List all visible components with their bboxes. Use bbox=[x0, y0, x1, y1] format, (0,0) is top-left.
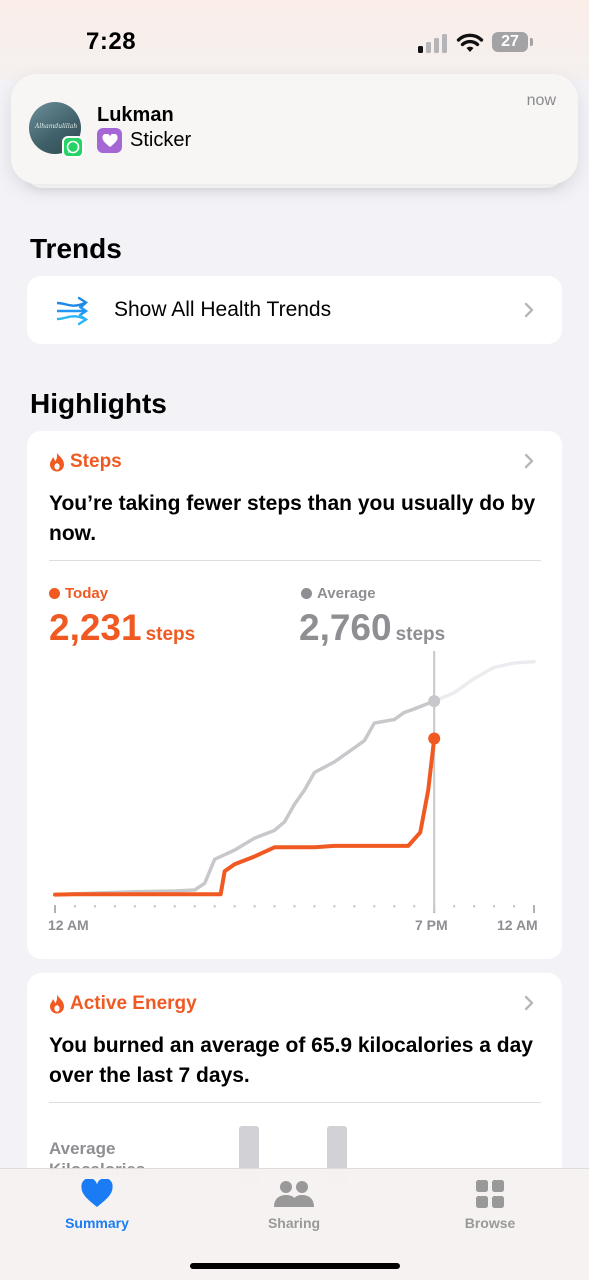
x-axis-tick bbox=[453, 905, 456, 908]
x-tick-label: 12 AM bbox=[497, 917, 538, 933]
x-axis-tick bbox=[93, 905, 96, 908]
notification-banner[interactable]: Alhamdulillah Lukman Sticker now bbox=[11, 74, 578, 184]
chevron-right-icon bbox=[524, 302, 534, 318]
tab-summary[interactable]: Summary bbox=[37, 1179, 157, 1231]
battery-indicator: 27 bbox=[492, 32, 533, 52]
divider bbox=[49, 1102, 541, 1103]
flame-icon bbox=[50, 994, 64, 1014]
x-axis-tick bbox=[353, 905, 356, 908]
x-axis-tick bbox=[413, 905, 416, 908]
average-dot bbox=[301, 588, 312, 599]
trends-arrows-icon bbox=[56, 296, 89, 326]
x-axis-tick bbox=[273, 905, 276, 908]
today-steps-unit: steps bbox=[145, 624, 196, 645]
x-axis-tick bbox=[233, 905, 236, 908]
trends-row-label: Show All Health Trends bbox=[114, 298, 332, 321]
wifi-icon bbox=[456, 33, 484, 52]
x-axis-tick bbox=[113, 905, 116, 908]
divider bbox=[49, 560, 541, 561]
x-axis-tick bbox=[373, 905, 376, 908]
tab-bar: Summary Sharing Browse bbox=[0, 1168, 589, 1280]
average-steps-number: 2,760 bbox=[299, 607, 392, 648]
today-steps-line bbox=[53, 736, 437, 897]
energy-heading: Active Energy bbox=[49, 993, 197, 1015]
heart-icon bbox=[81, 1179, 113, 1207]
chevron-right-icon bbox=[524, 453, 534, 469]
steps-chart bbox=[53, 651, 536, 913]
today-dot bbox=[49, 588, 60, 599]
x-axis-tick bbox=[193, 905, 196, 908]
chevron-right-icon bbox=[524, 995, 534, 1011]
today-current-point bbox=[428, 732, 441, 745]
today-steps-number: 2,231 bbox=[49, 607, 142, 648]
steps-highlight-card[interactable]: Steps You’re taking fewer steps than you… bbox=[27, 431, 562, 959]
today-label-text: Today bbox=[65, 585, 109, 602]
flame-icon bbox=[50, 452, 64, 472]
x-axis-tick bbox=[54, 905, 56, 913]
average-steps-line bbox=[53, 699, 436, 897]
x-axis-tick bbox=[173, 905, 176, 908]
avatar-text: Alhamdulillah bbox=[35, 123, 78, 130]
average-remaining-line bbox=[432, 659, 536, 703]
status-bar: 7:28 27 bbox=[0, 0, 589, 80]
today-label: Today bbox=[49, 585, 108, 602]
x-axis-tick bbox=[473, 905, 476, 908]
x-axis-tick bbox=[153, 905, 156, 908]
x-tick-label: 12 AM bbox=[48, 917, 89, 933]
x-axis-tick bbox=[333, 905, 336, 908]
average-current-point bbox=[428, 695, 441, 708]
x-axis-tick bbox=[393, 905, 396, 908]
cellular-signal-icon bbox=[418, 34, 447, 53]
notification-message: Sticker bbox=[97, 128, 191, 153]
highlights-title: Highlights bbox=[30, 388, 167, 419]
average-label: Average bbox=[301, 585, 376, 602]
x-axis-tick bbox=[253, 905, 256, 908]
steps-heading: Steps bbox=[49, 451, 122, 473]
steps-highlight-text: You’re taking fewer steps than you usual… bbox=[49, 492, 536, 545]
x-axis-tick bbox=[513, 905, 516, 908]
x-axis-tick bbox=[213, 905, 216, 908]
tab-sharing[interactable]: Sharing bbox=[234, 1179, 354, 1231]
tab-browse[interactable]: Browse bbox=[430, 1179, 550, 1231]
energy-heading-label: Active Energy bbox=[70, 993, 197, 1014]
today-steps-value: 2,231 steps bbox=[49, 607, 195, 649]
x-axis-tick bbox=[533, 905, 535, 913]
x-axis-tick bbox=[493, 905, 496, 908]
average-steps-value: 2,760 steps bbox=[299, 607, 445, 649]
tab-sharing-label: Sharing bbox=[267, 1215, 321, 1231]
x-tick-label: 7 PM bbox=[415, 917, 448, 933]
notification-sender: Lukman bbox=[97, 104, 174, 126]
x-axis-tick bbox=[313, 905, 316, 908]
tab-summary-label: Summary bbox=[65, 1215, 129, 1231]
grid-icon bbox=[476, 1180, 504, 1208]
show-all-trends-button[interactable]: Show All Health Trends bbox=[27, 276, 562, 344]
steps-heading-label: Steps bbox=[70, 451, 122, 472]
people-icon bbox=[274, 1181, 314, 1207]
x-axis-tick bbox=[293, 905, 296, 908]
home-indicator bbox=[190, 1263, 400, 1269]
energy-highlight-text: You burned an average of 65.9 kilocalori… bbox=[49, 1034, 533, 1087]
average-label-text: Average bbox=[317, 585, 376, 602]
status-time: 7:28 bbox=[86, 28, 137, 55]
sticker-heart-icon bbox=[97, 128, 122, 153]
x-axis-tick bbox=[73, 905, 76, 908]
notification-time: now bbox=[526, 92, 556, 109]
x-axis-tick bbox=[133, 905, 136, 908]
tab-browse-label: Browse bbox=[464, 1215, 516, 1231]
trends-title: Trends bbox=[30, 233, 122, 264]
notification-message-text: Sticker bbox=[130, 129, 192, 151]
whatsapp-icon bbox=[62, 136, 84, 158]
average-steps-unit: steps bbox=[395, 624, 446, 645]
